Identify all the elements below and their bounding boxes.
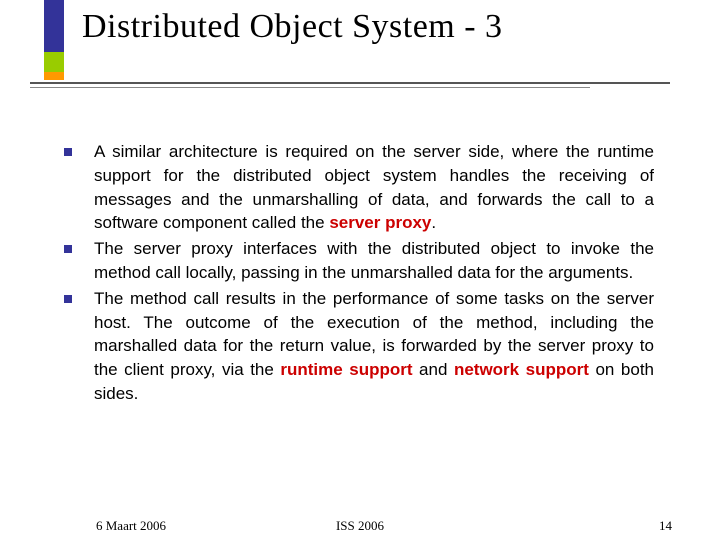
- list-item: The server proxy interfaces with the dis…: [64, 237, 654, 285]
- footer-page-number: 14: [659, 518, 672, 534]
- title-accent-bar: [44, 0, 64, 80]
- title-rule-2: [30, 87, 590, 88]
- bullet-icon: [64, 148, 72, 156]
- list-item: The method call results in the performan…: [64, 287, 654, 406]
- bullet-icon: [64, 245, 72, 253]
- highlight-network-support: network support: [454, 360, 589, 379]
- bullet-text: The method call results in the performan…: [94, 287, 654, 406]
- bullet-text: A similar architecture is required on th…: [94, 140, 654, 235]
- list-item: A similar architecture is required on th…: [64, 140, 654, 235]
- title-rule-1: [30, 82, 670, 84]
- highlight-server-proxy: server proxy: [329, 213, 431, 232]
- highlight-runtime-support: runtime support: [280, 360, 412, 379]
- slide-title: Distributed Object System - 3: [82, 8, 503, 46]
- bullet-text: The server proxy interfaces with the dis…: [94, 237, 654, 285]
- slide-body: A similar architecture is required on th…: [64, 140, 654, 408]
- footer-center: ISS 2006: [0, 518, 720, 534]
- bullet-icon: [64, 295, 72, 303]
